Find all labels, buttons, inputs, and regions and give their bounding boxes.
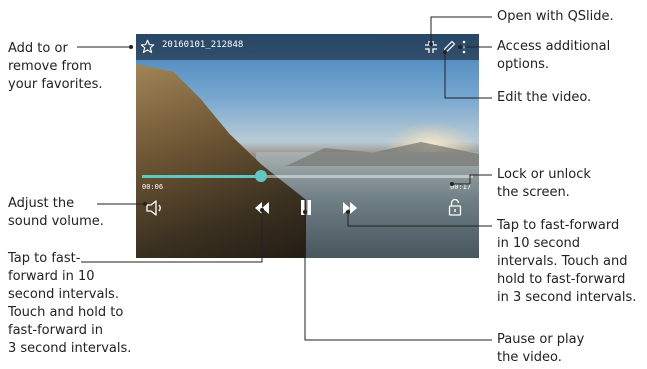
callout-qslide: Open with QSlide. [497, 9, 614, 24]
leader-qslide [430, 16, 492, 44]
leader-dot-rewind [260, 208, 264, 212]
leader-dot-qslide [429, 42, 433, 46]
callout-lock: Lock or unlock the screen. [497, 167, 591, 200]
callout-rewind: Tap to fast- forward in 10 second interv… [8, 251, 132, 356]
leader-dot-fast-forward [346, 210, 350, 214]
callout-fast-forward: Tap to fast-forward in 10 second interva… [497, 218, 637, 305]
callout-pause-play: Pause or play the video. [497, 332, 585, 365]
leader-fast-forward [347, 212, 492, 227]
leader-dot-lock [450, 182, 454, 186]
leader-pause-play [304, 212, 492, 341]
leader-dot-edit [443, 50, 447, 54]
callout-more-options: Access additional options. [497, 39, 611, 72]
leader-lock [452, 174, 492, 185]
callout-volume: Adjust the sound volume. [8, 196, 104, 229]
callout-favorite: Add to or remove from your favorites. [8, 41, 103, 92]
callout-edit: Edit the video. [497, 90, 592, 105]
leader-dot-pause-play [303, 210, 307, 214]
leader-dot-more-options [458, 45, 462, 49]
leader-dot-volume [143, 202, 147, 206]
leader-edit [444, 52, 492, 99]
leader-dot-favorite [129, 45, 133, 49]
